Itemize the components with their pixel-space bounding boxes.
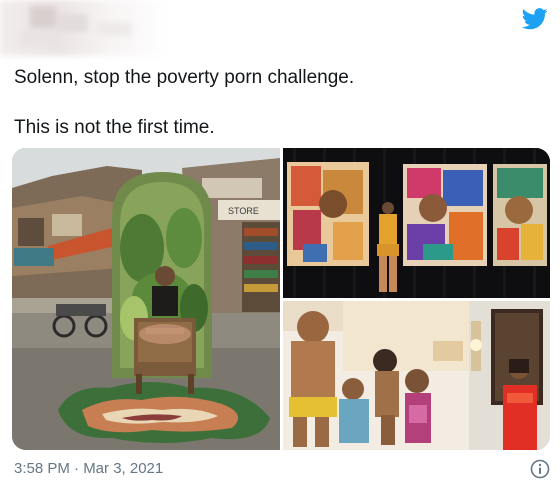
photo-mural-children[interactable] bbox=[283, 301, 550, 450]
tweet-timestamp[interactable]: 3:58 PM · Mar 3, 2021 bbox=[14, 460, 163, 477]
info-icon[interactable] bbox=[530, 459, 550, 479]
tweet-text-line-2: This is not the first time. bbox=[14, 117, 215, 138]
twitter-bird-icon[interactable] bbox=[521, 8, 548, 30]
tweet-media-grid: STORE bbox=[12, 148, 550, 450]
store-sign-text: STORE bbox=[228, 206, 259, 216]
photo-gallery-paintings[interactable] bbox=[283, 148, 550, 298]
photo-street-mural[interactable]: STORE bbox=[12, 148, 280, 450]
blurred-author-avatar[interactable] bbox=[0, 0, 170, 56]
tweet-header bbox=[0, 0, 560, 60]
tweet-text-line-1: Solenn, stop the poverty porn challenge. bbox=[14, 67, 355, 88]
